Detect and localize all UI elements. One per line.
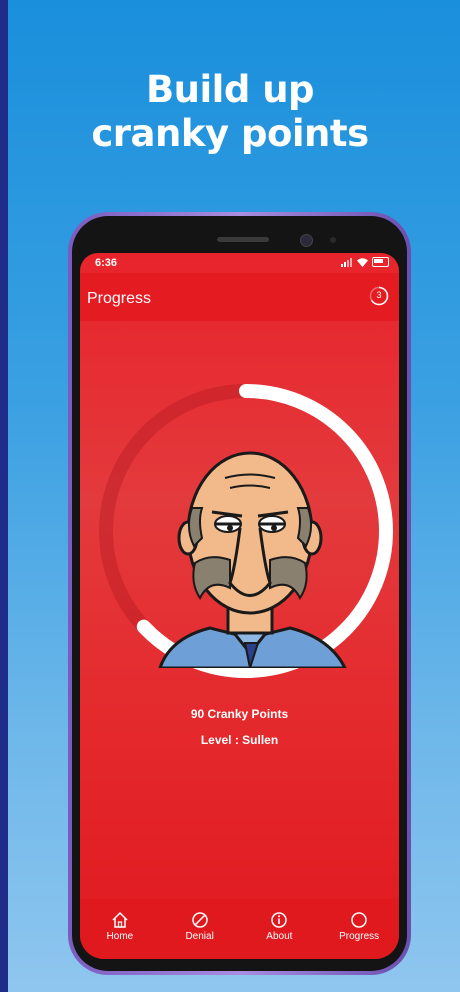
nav-item-label: Denial	[185, 931, 214, 942]
status-bar: 6:36	[80, 253, 399, 273]
wifi-icon	[357, 257, 368, 267]
nav-item-label: Progress	[339, 931, 380, 942]
info-icon	[271, 912, 288, 928]
headline-line-1: Build up	[145, 68, 315, 111]
cranky-old-man-illustration	[158, 451, 347, 668]
battery-icon	[372, 257, 389, 267]
home-icon	[112, 911, 128, 928]
speaker-grille	[217, 237, 269, 242]
bottom-navigation: Home Denial About Progress	[80, 899, 399, 959]
cranky-points-label: 90 Cranky Points	[190, 707, 289, 721]
front-camera	[300, 234, 313, 247]
phone-frame: 6:36 Progress 3 90 Cranky Points Level:…	[68, 212, 411, 975]
phone-bezel: 6:36 Progress 3 90 Cranky Points Level:…	[72, 216, 407, 971]
status-time: 6:36	[95, 257, 118, 269]
nav-item-about[interactable]: About	[240, 899, 320, 959]
nav-item-denial[interactable]: Denial	[160, 899, 240, 959]
app-bar: Progress 3	[80, 273, 399, 321]
progress-badge-button[interactable]: 3	[369, 286, 389, 306]
block-icon	[191, 912, 208, 928]
nav-item-home[interactable]: Home	[80, 899, 160, 959]
nav-item-progress[interactable]: Progress	[319, 899, 399, 959]
app-bar-title: Progress	[87, 290, 152, 307]
badge-count: 3	[376, 290, 382, 300]
status-icons	[341, 257, 389, 267]
headline-line-2: cranky points	[91, 112, 369, 155]
circle-icon	[351, 912, 367, 928]
promo-headline: Build up cranky points	[0, 68, 460, 156]
level-label: Level : Sullen	[200, 733, 279, 747]
signal-icon	[341, 257, 352, 267]
nav-item-label: Home	[106, 931, 134, 942]
proximity-sensor	[330, 237, 336, 243]
app-screen: 6:36 Progress 3 90 Cranky Points Level:…	[80, 253, 399, 959]
nav-item-label: About	[266, 931, 293, 942]
